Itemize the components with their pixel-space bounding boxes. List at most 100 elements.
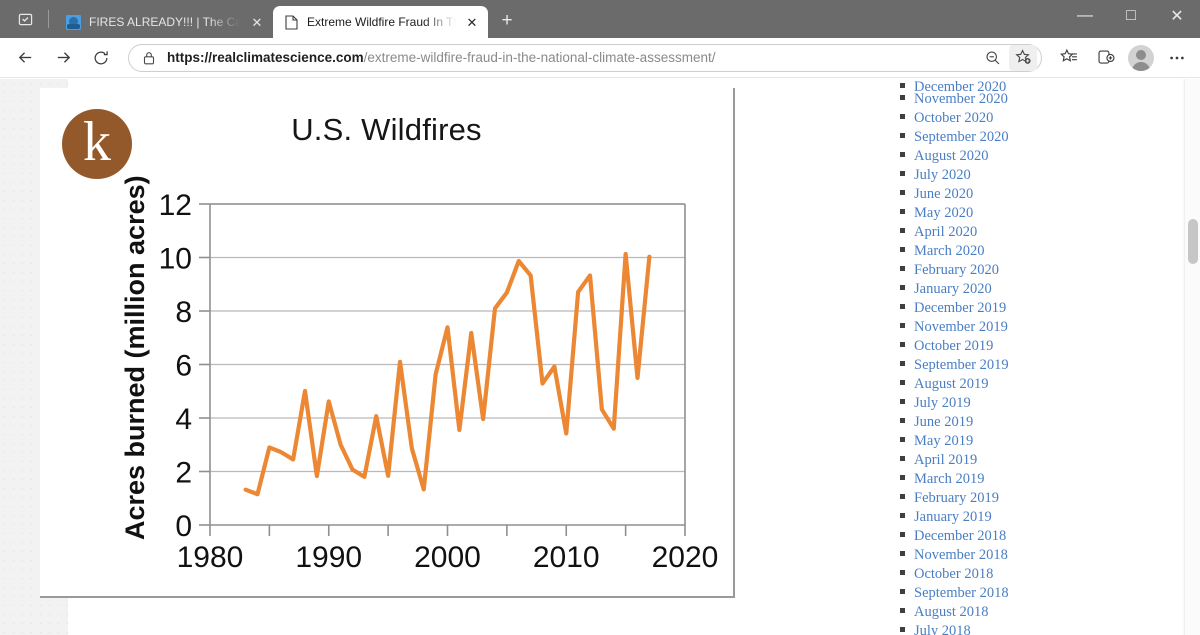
bullet-icon (900, 114, 905, 119)
archive-link[interactable]: June 2020 (914, 186, 973, 203)
page-viewport: k U.S. Wildfires Acres burned (million a… (0, 79, 1200, 635)
archive-list-item[interactable]: October 2019 (900, 338, 1200, 357)
bullet-icon (900, 323, 905, 328)
tab-fires-already[interactable]: FIRES ALREADY!!! | The Campfire ✕ (55, 6, 273, 38)
archive-link[interactable]: January 2020 (914, 281, 992, 298)
archive-list-item[interactable]: November 2019 (900, 319, 1200, 338)
reload-button[interactable] (85, 42, 117, 74)
archive-link[interactable]: October 2018 (914, 566, 993, 583)
page-scrollbar[interactable] (1184, 79, 1200, 635)
archive-link[interactable]: November 2020 (914, 91, 1008, 108)
archive-link[interactable]: May 2020 (914, 205, 973, 222)
archive-list-item[interactable]: August 2018 (900, 604, 1200, 623)
archive-list-item[interactable]: July 2020 (900, 167, 1200, 186)
archive-list-item[interactable]: February 2019 (900, 490, 1200, 509)
scrollbar-thumb[interactable] (1188, 219, 1198, 264)
archive-link[interactable]: February 2020 (914, 262, 999, 279)
archive-list-item[interactable]: October 2018 (900, 566, 1200, 585)
archive-link[interactable]: October 2019 (914, 338, 993, 355)
archive-link[interactable]: July 2020 (914, 167, 971, 184)
archive-list-item[interactable]: June 2020 (900, 186, 1200, 205)
archive-link[interactable]: August 2020 (914, 148, 989, 165)
title-bar: FIRES ALREADY!!! | The Campfire ✕ Extrem… (0, 0, 1200, 38)
collections-icon[interactable] (1088, 42, 1122, 74)
archive-link[interactable]: July 2019 (914, 395, 971, 412)
archive-link[interactable]: September 2019 (914, 357, 1009, 374)
back-button[interactable] (9, 42, 41, 74)
archive-list-item[interactable]: December 2020 (900, 79, 1200, 91)
archive-link[interactable]: September 2018 (914, 585, 1009, 602)
forward-button[interactable] (47, 42, 79, 74)
archive-link[interactable]: March 2019 (914, 471, 984, 488)
archive-link[interactable]: July 2018 (914, 623, 971, 635)
settings-more-icon[interactable] (1160, 42, 1194, 74)
url-path: /extreme-wildfire-fraud-in-the-national-… (363, 50, 716, 65)
archive-link[interactable]: April 2020 (914, 224, 977, 241)
favorites-icon[interactable] (1052, 42, 1086, 74)
zoom-out-icon[interactable] (979, 45, 1007, 71)
avatar (1128, 44, 1154, 71)
archive-list-item[interactable]: March 2019 (900, 471, 1200, 490)
archive-list-item[interactable]: August 2020 (900, 148, 1200, 167)
archive-link[interactable]: December 2020 (914, 79, 1006, 91)
address-bar-actions (979, 44, 1037, 71)
archive-link[interactable]: August 2019 (914, 376, 989, 393)
archive-list-item[interactable]: January 2020 (900, 281, 1200, 300)
archive-list-item[interactable]: August 2019 (900, 376, 1200, 395)
archive-list-item[interactable]: October 2020 (900, 110, 1200, 129)
chart-plot: 0 2 4 6 8 10 12 1980 1990 2000 2010 2020 (159, 189, 719, 574)
archive-list-item[interactable]: April 2020 (900, 224, 1200, 243)
archives-sidebar: December 2020 November 2020 October 2020 Se… (900, 79, 1200, 635)
address-bar[interactable]: https://realclimatescience.com/extreme-w… (128, 43, 1042, 72)
x-tick-label: 1980 (177, 541, 244, 574)
url-text: https://realclimatescience.com/extreme-w… (167, 50, 979, 65)
archive-link[interactable]: March 2020 (914, 243, 984, 260)
new-tab-button[interactable]: + (492, 6, 522, 36)
archive-link[interactable]: May 2019 (914, 433, 973, 450)
archive-link[interactable]: February 2019 (914, 490, 999, 507)
archive-list-item[interactable]: September 2020 (900, 129, 1200, 148)
archive-link[interactable]: October 2020 (914, 110, 993, 127)
profile-avatar[interactable] (1124, 42, 1158, 74)
archive-link[interactable]: September 2020 (914, 129, 1009, 146)
archive-list-item[interactable]: November 2018 (900, 547, 1200, 566)
archive-list: December 2020 November 2020 October 2020 Se… (900, 79, 1200, 635)
close-window-button[interactable]: ✕ (1154, 0, 1200, 32)
archive-link[interactable]: December 2018 (914, 528, 1006, 545)
archive-list-item[interactable]: May 2019 (900, 433, 1200, 452)
archive-list-item[interactable]: April 2019 (900, 452, 1200, 471)
add-favorite-icon[interactable] (1009, 44, 1037, 71)
archive-list-item[interactable]: July 2019 (900, 395, 1200, 414)
minimize-button[interactable]: — (1062, 0, 1108, 32)
archive-link[interactable]: December 2019 (914, 300, 1006, 317)
archive-link[interactable]: June 2019 (914, 414, 973, 431)
archive-list-item[interactable]: December 2018 (900, 528, 1200, 547)
archive-list-item[interactable]: March 2020 (900, 243, 1200, 262)
archive-link[interactable]: November 2018 (914, 547, 1008, 564)
bullet-icon (900, 228, 905, 233)
archive-list-item[interactable]: December 2019 (900, 300, 1200, 319)
close-icon[interactable]: ✕ (462, 12, 482, 32)
tab-extreme-wildfire-fraud[interactable]: Extreme Wildfire Fraud In The Na ✕ (273, 6, 488, 38)
archive-link[interactable]: August 2018 (914, 604, 989, 621)
tab-title: FIRES ALREADY!!! | The Campfire (89, 15, 241, 29)
archive-list-item[interactable]: February 2020 (900, 262, 1200, 281)
archive-list-item[interactable]: July 2018 (900, 623, 1200, 635)
bullet-icon (900, 285, 905, 290)
tab-search-icon[interactable] (12, 6, 38, 32)
archive-list-item[interactable]: September 2019 (900, 357, 1200, 376)
close-icon[interactable]: ✕ (247, 12, 267, 32)
archive-link[interactable]: January 2019 (914, 509, 992, 526)
archive-link[interactable]: November 2019 (914, 319, 1008, 336)
tab-strip: FIRES ALREADY!!! | The Campfire ✕ Extrem… (55, 0, 522, 38)
maximize-button[interactable]: □ (1108, 0, 1154, 32)
archive-list-item[interactable]: September 2018 (900, 585, 1200, 604)
archive-list-item[interactable]: November 2020 (900, 91, 1200, 110)
archive-list-item[interactable]: January 2019 (900, 509, 1200, 528)
y-tick-label: 10 (159, 243, 192, 276)
bullet-icon (900, 380, 905, 385)
archive-link[interactable]: April 2019 (914, 452, 977, 469)
archive-list-item[interactable]: May 2020 (900, 205, 1200, 224)
archive-list-item[interactable]: June 2019 (900, 414, 1200, 433)
toolbar-divider (48, 10, 49, 28)
